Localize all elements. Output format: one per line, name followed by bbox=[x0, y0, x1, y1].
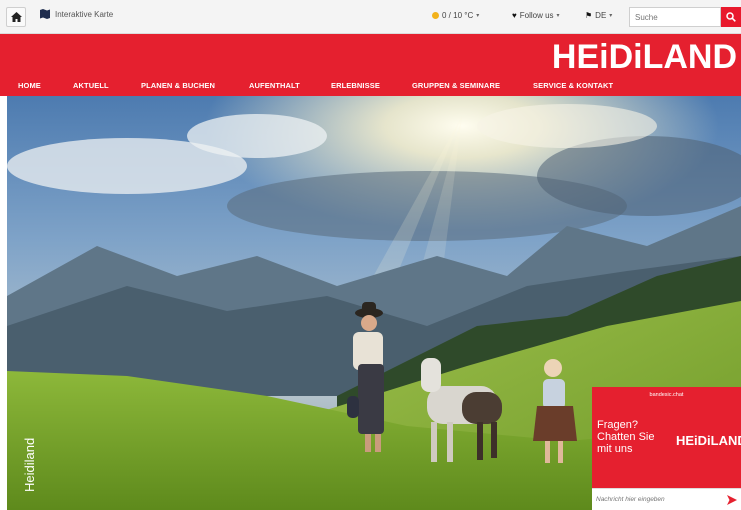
chevron-down-icon: ▾ bbox=[609, 13, 613, 19]
chat-prompt-line-1: Fragen? bbox=[597, 419, 638, 431]
map-link-label: Interaktive Karte bbox=[55, 9, 114, 19]
chevron-down-icon: ▾ bbox=[556, 13, 560, 19]
chat-prompt-line-2: Chatten Sie bbox=[597, 431, 655, 443]
interactive-map-link[interactable]: Interaktive Karte bbox=[40, 9, 113, 19]
image-credit: Heidiland bbox=[22, 437, 37, 492]
site-logo[interactable]: HEiDiLAND bbox=[552, 38, 737, 77]
map-icon bbox=[40, 9, 50, 19]
chat-logo: HEiDiLAND bbox=[676, 433, 741, 448]
search-button[interactable] bbox=[721, 7, 741, 27]
heart-icon: ♥ bbox=[512, 11, 517, 20]
language-label: DE bbox=[595, 11, 607, 20]
search-icon bbox=[726, 12, 736, 22]
nav-item-planen-buchen[interactable]: PLANEN & BUCHEN bbox=[141, 81, 215, 90]
nav-item-aktuell[interactable]: AKTUELL bbox=[73, 81, 109, 90]
search-input[interactable] bbox=[629, 7, 721, 27]
chevron-down-icon: ▾ bbox=[476, 13, 480, 19]
nav-item-service-kontakt[interactable]: SERVICE & KONTAKT bbox=[533, 81, 613, 90]
follow-us-label: Follow us bbox=[519, 11, 554, 20]
nav-item-aufenthalt[interactable]: AUFENTHALT bbox=[249, 81, 300, 90]
weather-value: 0 / 10 °C bbox=[442, 11, 474, 20]
flag-icon: ⚑ bbox=[585, 11, 593, 20]
weather-dropdown[interactable]: 0 / 10 °C ▾ bbox=[432, 11, 479, 20]
nav-item-gruppen-seminare[interactable]: GRUPPEN & SEMINARE bbox=[412, 81, 500, 90]
chat-widget: bandesic.chat Fragen? Chatten Sie mit un… bbox=[592, 387, 741, 510]
follow-us-dropdown[interactable]: ♥ Follow us ▾ bbox=[512, 11, 560, 20]
send-arrow-icon[interactable] bbox=[725, 493, 739, 507]
home-button[interactable] bbox=[6, 7, 26, 27]
home-icon bbox=[10, 12, 22, 22]
chat-prompt: Fragen? Chatten Sie mit uns bbox=[597, 419, 654, 455]
site-header: HEiDiLAND HOME AKTUELL PLANEN & BUCHEN A… bbox=[0, 34, 741, 96]
nav-item-home[interactable]: HOME bbox=[18, 81, 41, 90]
chat-prompt-line-3: mit uns bbox=[597, 443, 633, 455]
sun-icon bbox=[432, 12, 439, 19]
chat-message-input[interactable] bbox=[592, 489, 720, 510]
chat-powered-by[interactable]: bandesic.chat bbox=[592, 392, 741, 398]
main-navigation: HOME AKTUELL PLANEN & BUCHEN AUFENTHALT … bbox=[0, 80, 741, 96]
top-utility-bar: Interaktive Karte 0 / 10 °C ▾ ♥ Follow u… bbox=[0, 0, 741, 34]
nav-item-erlebnisse[interactable]: ERLEBNISSE bbox=[331, 81, 380, 90]
chat-input-bar bbox=[592, 488, 741, 510]
language-dropdown[interactable]: ⚑ DE ▾ bbox=[585, 11, 612, 20]
